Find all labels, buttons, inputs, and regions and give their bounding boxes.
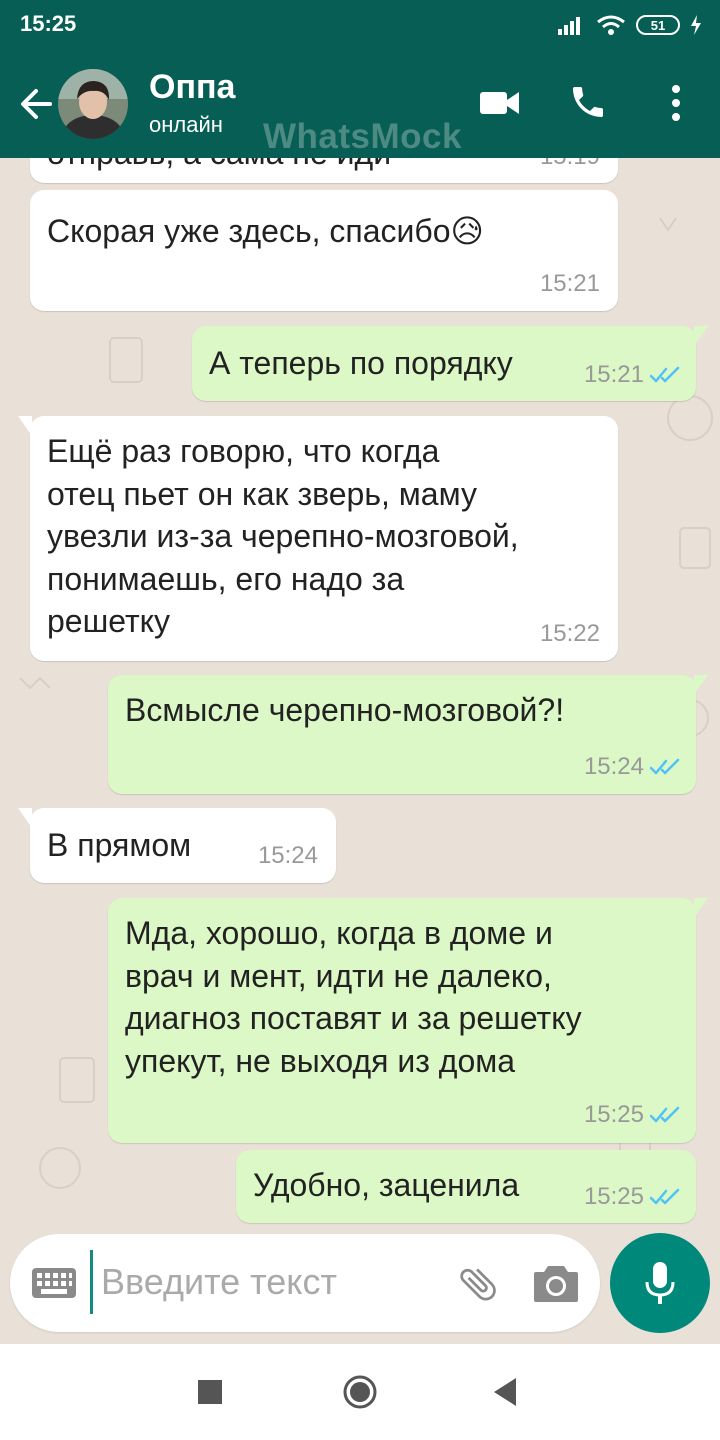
battery-indicator: 51 bbox=[636, 15, 680, 35]
chat-area[interactable]: отправь, а сама не иди 15:19 Скорая уже … bbox=[0, 158, 720, 1344]
message-time: 15:25 bbox=[583, 1183, 644, 1210]
message-time: 15:24 bbox=[257, 842, 318, 869]
message-line: решетку bbox=[47, 603, 171, 639]
bubble-tail bbox=[694, 898, 708, 918]
message-line: врач и мент, идти не далеко, bbox=[125, 957, 552, 994]
keyboard-icon[interactable] bbox=[32, 1268, 76, 1298]
read-ticks-icon bbox=[650, 366, 680, 383]
signal-icon bbox=[558, 17, 580, 35]
status-time: 15:25 bbox=[20, 11, 77, 36]
nav-square-icon[interactable] bbox=[198, 1380, 222, 1404]
bubble-tail bbox=[694, 675, 708, 695]
nav-home-icon[interactable] bbox=[342, 1374, 378, 1410]
message-bubble-incoming[interactable]: отправь, а сама не иди 15:19 bbox=[30, 158, 618, 183]
message-bubble-incoming[interactable]: В прямом 15:24 bbox=[18, 808, 336, 883]
message-text: Удобно, заценила bbox=[253, 1167, 520, 1203]
read-ticks-icon bbox=[650, 1188, 680, 1205]
read-ticks-icon bbox=[650, 758, 680, 775]
system-nav-bar bbox=[0, 1344, 720, 1440]
chat-header: Оппа онлайн WhatsMock bbox=[0, 48, 720, 158]
charging-icon bbox=[691, 15, 701, 35]
message-line: Мда, хорошо, когда в доме и bbox=[125, 915, 553, 951]
status-icons: 51 bbox=[558, 12, 702, 38]
wifi-icon bbox=[597, 15, 625, 35]
message-text: Скорая уже здесь, спасибо😥 bbox=[47, 213, 484, 249]
read-ticks-icon bbox=[650, 1106, 680, 1123]
message-bubble-incoming[interactable]: Ещё раз говорю, что когда отец пьет он к… bbox=[18, 416, 618, 661]
message-time: 15:19 bbox=[540, 158, 600, 171]
message-line: увезли из-за черепно-мозговой, bbox=[47, 518, 519, 554]
camera-icon[interactable] bbox=[534, 1264, 578, 1302]
message-line: диагноз поставят и за решетку bbox=[125, 1000, 582, 1036]
phone-icon[interactable] bbox=[568, 82, 608, 122]
message-bubble-outgoing[interactable]: А теперь по порядку 15:21 bbox=[192, 326, 708, 401]
message-text: Ещё раз говорю, что когда отец пьет он к… bbox=[47, 430, 519, 643]
bubble-tail bbox=[694, 326, 708, 346]
watermark: WhatsMock bbox=[263, 117, 462, 156]
message-text: Мда, хорошо, когда в доме и врач и мент,… bbox=[125, 912, 582, 1082]
message-bubble-incoming[interactable]: Скорая уже здесь, спасибо😥 15:21 bbox=[30, 190, 618, 311]
nav-back-icon[interactable] bbox=[494, 1378, 518, 1406]
message-time: 15:21 bbox=[583, 361, 644, 388]
message-text: А теперь по порядку bbox=[209, 345, 513, 381]
status-bar: 15:25 51 bbox=[0, 0, 720, 48]
microphone-button[interactable] bbox=[610, 1233, 710, 1333]
message-text: Всмысле черепно-мозговой?! bbox=[125, 692, 565, 728]
message-line: Ещё раз говорю, что когда bbox=[47, 433, 440, 469]
message-time: 15:25 bbox=[583, 1101, 644, 1128]
message-bubble-outgoing[interactable]: Удобно, заценила 15:25 bbox=[236, 1150, 696, 1223]
back-arrow-icon[interactable] bbox=[16, 84, 56, 124]
message-bubble-outgoing[interactable]: Мда, хорошо, когда в доме и врач и мент,… bbox=[108, 898, 708, 1143]
contact-name[interactable]: Оппа bbox=[149, 68, 235, 107]
message-text: В прямом bbox=[47, 827, 192, 863]
message-line: упекут, не выходя из дома bbox=[125, 1042, 516, 1079]
avatar[interactable] bbox=[58, 69, 128, 139]
bubble-tail bbox=[18, 416, 32, 436]
message-composer bbox=[10, 1234, 600, 1332]
message-input[interactable] bbox=[90, 1250, 451, 1314]
message-line: отец пьет он как зверь, маму bbox=[47, 475, 477, 512]
contact-status: онлайн bbox=[149, 112, 223, 137]
video-call-icon[interactable] bbox=[480, 88, 520, 118]
message-time: 15:21 bbox=[539, 270, 600, 297]
message-time: 15:24 bbox=[583, 753, 644, 780]
microphone-icon bbox=[645, 1262, 675, 1304]
bubble-tail bbox=[18, 808, 32, 828]
menu-dots-icon[interactable] bbox=[668, 84, 684, 122]
message-text: отправь, а сама не иди bbox=[47, 158, 391, 175]
message-bubble-outgoing[interactable]: Всмысле черепно-мозговой?! 15:24 bbox=[108, 675, 708, 794]
message-time: 15:22 bbox=[539, 620, 600, 647]
message-line: понимаешь, его надо за bbox=[47, 560, 405, 597]
attachment-icon[interactable] bbox=[456, 1262, 500, 1306]
